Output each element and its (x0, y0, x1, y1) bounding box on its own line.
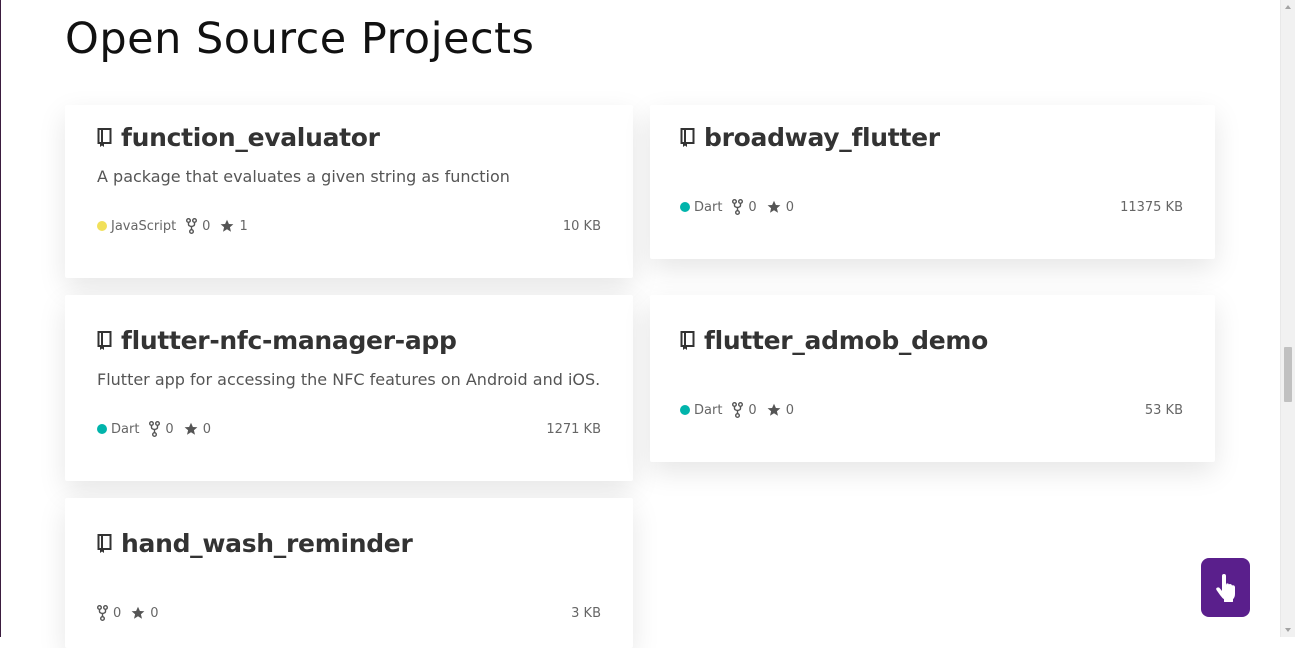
language-color-dot (680, 405, 690, 415)
project-card-broadway-flutter[interactable]: broadway_flutter Dart 0 0 11375 KB (650, 105, 1215, 259)
project-meta: Dart 0 0 11375 KB (680, 199, 1183, 215)
star-value: 0 (785, 199, 794, 215)
repo-icon (97, 533, 112, 553)
star-count: 0 (767, 200, 794, 215)
fork-value: 0 (113, 605, 122, 621)
vertical-scrollbar[interactable] (1280, 0, 1295, 637)
fork-count: 0 (732, 199, 757, 215)
star-icon (767, 403, 781, 416)
floating-action-button[interactable] (1201, 558, 1250, 617)
star-icon (221, 219, 234, 232)
fork-count: 0 (732, 402, 757, 418)
window-left-edge (0, 0, 1, 637)
project-title-row: broadway_flutter (680, 123, 940, 152)
star-count: 1 (220, 218, 248, 234)
project-name[interactable]: broadway_flutter (704, 123, 940, 152)
fork-icon (97, 605, 108, 621)
project-size: 3 KB (571, 605, 601, 621)
fork-icon (149, 421, 161, 437)
scroll-down-arrow-icon[interactable] (1285, 628, 1291, 632)
project-title-row: function_evaluator (97, 123, 380, 152)
project-name[interactable]: flutter_admob_demo (704, 326, 988, 355)
fork-value: 0 (748, 199, 757, 215)
fork-count: 0 (186, 218, 210, 234)
fork-value: 0 (165, 421, 174, 437)
pointing-hand-icon (1215, 573, 1235, 602)
project-name[interactable]: flutter-nfc-manager-app (121, 326, 457, 355)
language-color-dot (97, 221, 107, 231)
repo-icon (97, 127, 112, 147)
project-size: 1271 KB (546, 421, 601, 437)
project-size: 11375 KB (1120, 199, 1183, 215)
project-name[interactable]: function_evaluator (121, 123, 380, 152)
star-count: 0 (767, 403, 794, 418)
project-size: 10 KB (562, 218, 601, 234)
star-icon (131, 606, 145, 619)
page-title: Open Source Projects (65, 14, 535, 64)
star-icon (184, 422, 198, 435)
star-count: 0 (184, 422, 211, 437)
project-meta: JavaScript 0 1 10 KB (97, 218, 601, 234)
project-meta: 0 0 3 KB (97, 605, 601, 621)
language-name: Dart (694, 402, 723, 418)
fork-value: 0 (202, 218, 211, 234)
scrollbar-thumb[interactable] (1284, 347, 1292, 402)
star-value: 0 (785, 402, 794, 418)
language-color-dot (97, 424, 107, 434)
language-color-dot (680, 202, 690, 212)
star-value: 1 (239, 218, 248, 234)
language-name: Dart (111, 421, 140, 437)
scroll-up-arrow-icon[interactable] (1285, 5, 1291, 9)
project-size: 53 KB (1144, 402, 1183, 418)
fork-count: 0 (149, 421, 174, 437)
language-name: JavaScript (111, 218, 177, 234)
language-label: Dart (97, 422, 139, 437)
star-value: 0 (150, 605, 159, 621)
repo-icon (680, 127, 695, 147)
project-card-function-evaluator[interactable]: function_evaluator A package that evalua… (65, 105, 633, 278)
repo-icon (97, 330, 112, 350)
project-card-flutter-nfc-manager-app[interactable]: flutter-nfc-manager-app Flutter app for … (65, 295, 633, 481)
fork-count: 0 (97, 605, 121, 621)
project-name[interactable]: hand_wash_reminder (121, 529, 413, 558)
star-count: 0 (131, 605, 159, 621)
repo-icon (680, 330, 695, 350)
fork-icon (186, 218, 198, 234)
project-card-flutter-admob-demo[interactable]: flutter_admob_demo Dart 0 0 53 KB (650, 295, 1215, 462)
language-label: Dart (680, 403, 722, 418)
fork-icon (732, 199, 744, 215)
project-description: Flutter app for accessing the NFC featur… (97, 370, 601, 389)
project-title-row: flutter_admob_demo (680, 326, 988, 355)
project-description: A package that evaluates a given string … (97, 167, 510, 186)
star-icon (767, 200, 781, 213)
fork-value: 0 (748, 402, 757, 418)
project-meta: Dart 0 0 53 KB (680, 402, 1183, 418)
project-card-hand-wash-reminder[interactable]: hand_wash_reminder 0 0 3 KB (65, 498, 633, 648)
language-name: Dart (694, 199, 723, 215)
fork-icon (732, 402, 744, 418)
project-title-row: hand_wash_reminder (97, 529, 413, 558)
language-label: Dart (680, 200, 722, 215)
project-meta: Dart 0 0 1271 KB (97, 421, 601, 437)
star-value: 0 (202, 421, 211, 437)
language-label: JavaScript (97, 219, 176, 234)
project-title-row: flutter-nfc-manager-app (97, 326, 457, 355)
